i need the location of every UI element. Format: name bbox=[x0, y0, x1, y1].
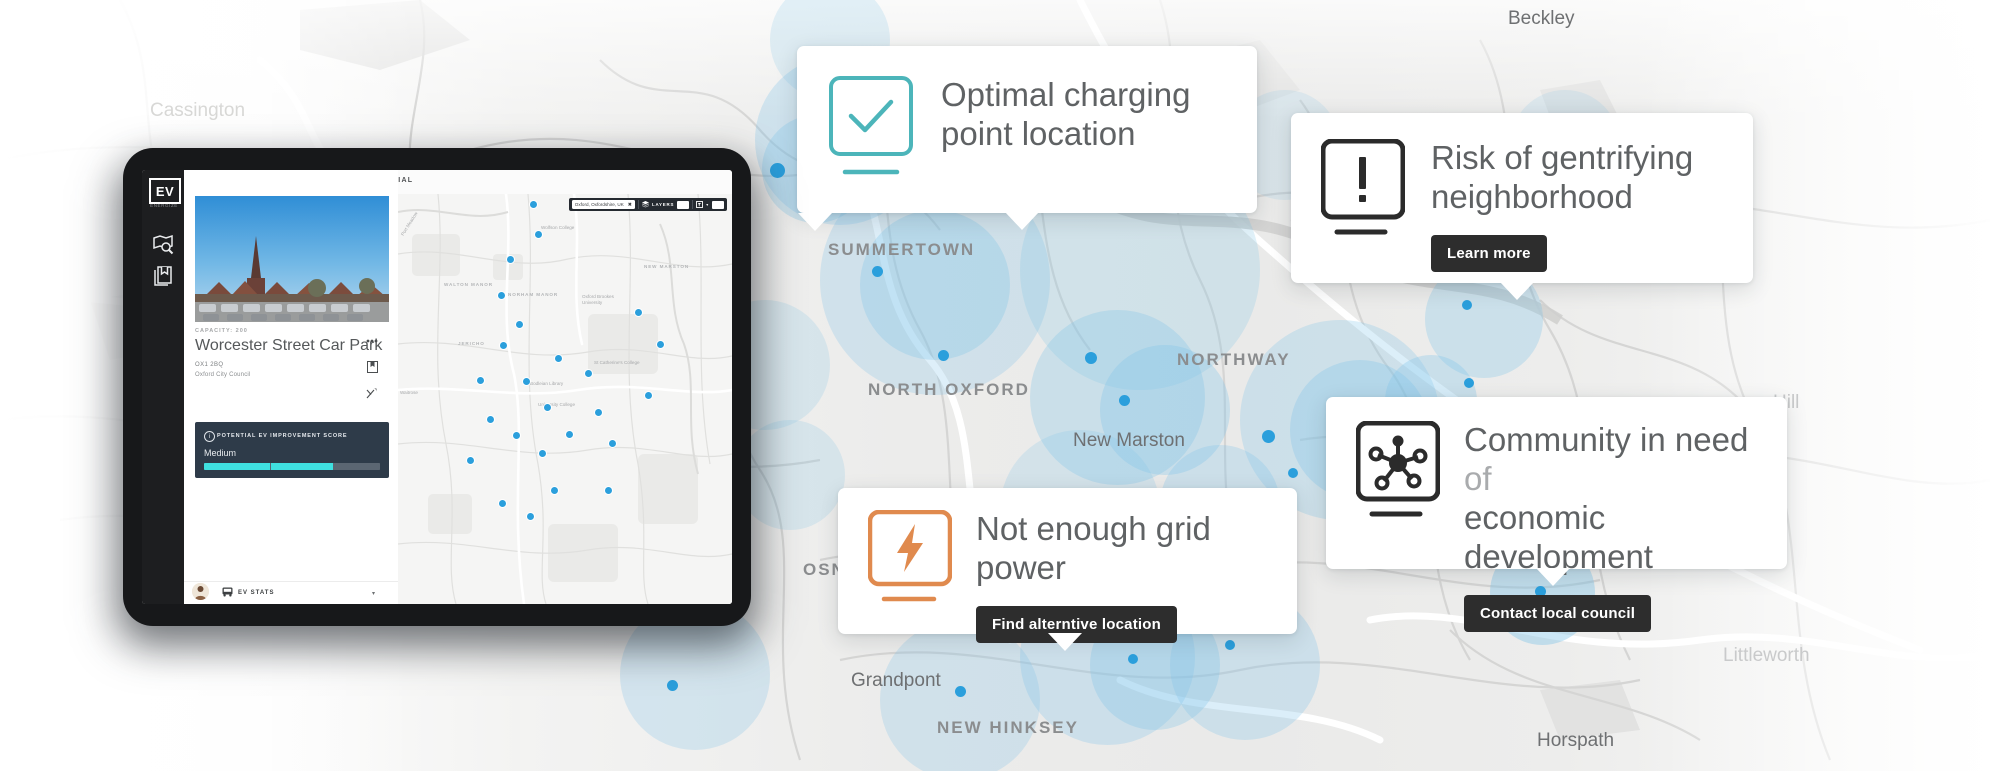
map-label: New Marston bbox=[1073, 430, 1185, 451]
layers-control[interactable]: LAYERS 1 bbox=[637, 200, 690, 209]
app-sidebar[interactable]: EV ENERGIZE bbox=[142, 170, 184, 604]
score-progress-bar bbox=[204, 463, 380, 470]
location-details: CAPACITY: 200 Worcester Street Car Park … bbox=[195, 328, 389, 399]
exclamation-square-icon bbox=[1321, 139, 1405, 242]
parking-marker[interactable] bbox=[497, 291, 506, 300]
callout-not-enough-grid-power[interactable]: Not enough grid power Find alterntive lo… bbox=[838, 488, 1297, 643]
tablet-map[interactable]: WALTON MANOR NORHAM MANOR JERICHO NEW MA… bbox=[398, 194, 732, 604]
location-search-field[interactable]: Oxford, Oxfordshire, UK ✖ bbox=[571, 200, 635, 209]
map-label: NEW HINKSEY bbox=[937, 718, 1079, 737]
app-logo: EV bbox=[149, 178, 181, 204]
network-square-icon bbox=[1356, 421, 1440, 524]
learn-more-button[interactable]: Learn more bbox=[1431, 234, 1547, 272]
bookmark-collection-icon[interactable] bbox=[151, 264, 175, 288]
tablet-device: EV ENERGIZE CAPACITY: 200 Worcester Stre… bbox=[111, 148, 761, 648]
tablet-map-label: Waitrose bbox=[400, 390, 418, 395]
map-label: Cassington bbox=[150, 100, 246, 121]
callout-community-economic-development[interactable]: Community in need of economic developmen… bbox=[1326, 397, 1787, 632]
capacity-label: CAPACITY: 200 bbox=[195, 328, 248, 334]
bus-icon bbox=[222, 587, 233, 599]
callout-headline: Community in need of economic developmen… bbox=[1464, 421, 1749, 575]
tablet-map-label: Oxford Brookes University bbox=[582, 294, 614, 305]
location-photo bbox=[195, 196, 389, 322]
contact-local-council-button[interactable]: Contact local council bbox=[1464, 594, 1652, 632]
parking-marker[interactable] bbox=[565, 430, 574, 439]
parking-marker[interactable] bbox=[522, 377, 531, 386]
callout-headline: Risk of gentrifying neighborhood bbox=[1431, 139, 1694, 215]
parking-marker[interactable] bbox=[512, 431, 521, 440]
parking-marker[interactable] bbox=[554, 354, 563, 363]
parking-marker[interactable] bbox=[498, 499, 507, 508]
map-toolbar[interactable]: Oxford, Oxfordshire, UK ✖ LAYERS 1 ▾ 1 bbox=[568, 198, 727, 211]
tablet-map-label: NEW MARSTON bbox=[644, 264, 690, 269]
tablet-map-label: St Catherine's College bbox=[594, 360, 640, 365]
ev-improvement-score-card: i POTENTIAL EV IMPROVEMENT SCORE Medium bbox=[195, 422, 389, 478]
more-options-icon[interactable] bbox=[361, 328, 383, 354]
tablet-map-label: NORHAM MANOR bbox=[508, 292, 559, 297]
parking-marker[interactable] bbox=[656, 340, 665, 349]
user-avatar[interactable] bbox=[192, 583, 209, 600]
map-label: Horspath bbox=[1537, 730, 1615, 751]
close-icon[interactable]: ✖ bbox=[628, 202, 632, 208]
parking-marker[interactable] bbox=[594, 408, 603, 417]
detail-actions[interactable] bbox=[361, 328, 383, 406]
parking-marker[interactable] bbox=[534, 230, 543, 239]
postcode: OX1 2BQ bbox=[195, 361, 224, 368]
parking-marker[interactable] bbox=[499, 341, 508, 350]
filter-control[interactable]: ▾ 1 bbox=[692, 200, 724, 209]
screenshot-root: Cassington Beckley SUMMERTOWN NORTH OXFO… bbox=[0, 0, 2000, 771]
tablet-screen[interactable]: EV ENERGIZE CAPACITY: 200 Worcester Stre… bbox=[142, 170, 732, 604]
parking-marker[interactable] bbox=[529, 200, 538, 209]
filter-count: 1 bbox=[712, 200, 724, 209]
lightning-square-icon bbox=[868, 510, 952, 609]
map-search-icon[interactable] bbox=[151, 232, 175, 256]
parking-marker[interactable] bbox=[644, 391, 653, 400]
parking-marker[interactable] bbox=[506, 255, 515, 264]
parking-marker[interactable] bbox=[486, 415, 495, 424]
score-label: POTENTIAL EV IMPROVEMENT SCORE bbox=[217, 433, 348, 439]
tablet-map-label: Bodleian Library bbox=[530, 381, 564, 386]
callout-headline: Not enough grid power bbox=[976, 510, 1211, 586]
parking-marker[interactable] bbox=[550, 486, 559, 495]
tablet-map-label: Wolfson College bbox=[541, 225, 575, 230]
ev-stats-label: EV STATS bbox=[238, 590, 275, 596]
layers-count: 1 bbox=[677, 200, 690, 209]
parking-marker[interactable] bbox=[584, 369, 593, 378]
app-logo-subtitle: ENERGIZE bbox=[150, 203, 178, 208]
parking-marker[interactable] bbox=[543, 403, 552, 412]
tablet-map-label: WALTON MANOR bbox=[444, 282, 493, 287]
map-label: SUMMERTOWN bbox=[828, 240, 976, 259]
location-name: Worcester Street Car Park bbox=[195, 337, 383, 354]
callout-optimal-charging-point[interactable]: Optimal charging point location bbox=[797, 46, 1257, 231]
chevron-down-icon[interactable]: ▾ bbox=[372, 590, 382, 597]
parking-marker[interactable] bbox=[526, 512, 535, 521]
parking-marker[interactable] bbox=[515, 320, 524, 329]
map-label: Beckley bbox=[1508, 8, 1575, 29]
parking-marker[interactable] bbox=[604, 486, 613, 495]
parking-marker[interactable] bbox=[634, 308, 643, 317]
info-icon: i bbox=[204, 431, 215, 442]
chevron-down-icon[interactable]: ▾ bbox=[706, 202, 709, 207]
ev-stats-selector[interactable]: EV STATS ▾ bbox=[222, 585, 382, 601]
tablet-map-label: JERICHO bbox=[458, 341, 485, 346]
parking-marker[interactable] bbox=[538, 449, 547, 458]
layers-label: LAYERS bbox=[651, 202, 675, 207]
map-label: Grandpont bbox=[851, 670, 941, 691]
callout-risk-gentrifying-neighborhood[interactable]: Risk of gentrifying neighborhood Learn m… bbox=[1291, 113, 1753, 283]
share-icon[interactable] bbox=[361, 380, 383, 406]
filter-icon bbox=[696, 201, 704, 208]
parking-marker[interactable] bbox=[466, 456, 475, 465]
parking-marker[interactable] bbox=[608, 439, 617, 448]
bookmark-icon[interactable] bbox=[361, 354, 383, 380]
parking-marker[interactable] bbox=[476, 376, 485, 385]
score-value: Medium bbox=[204, 448, 237, 458]
check-square-icon bbox=[829, 76, 913, 182]
owner-council: Oxford City Council bbox=[195, 371, 251, 378]
search-value: Oxford, Oxfordshire, UK bbox=[574, 202, 624, 207]
map-label: NORTHWAY bbox=[1177, 350, 1291, 369]
layers-icon bbox=[641, 201, 649, 208]
map-label: NORTH OXFORD bbox=[868, 380, 1030, 399]
callout-headline: Optimal charging point location bbox=[941, 76, 1191, 152]
